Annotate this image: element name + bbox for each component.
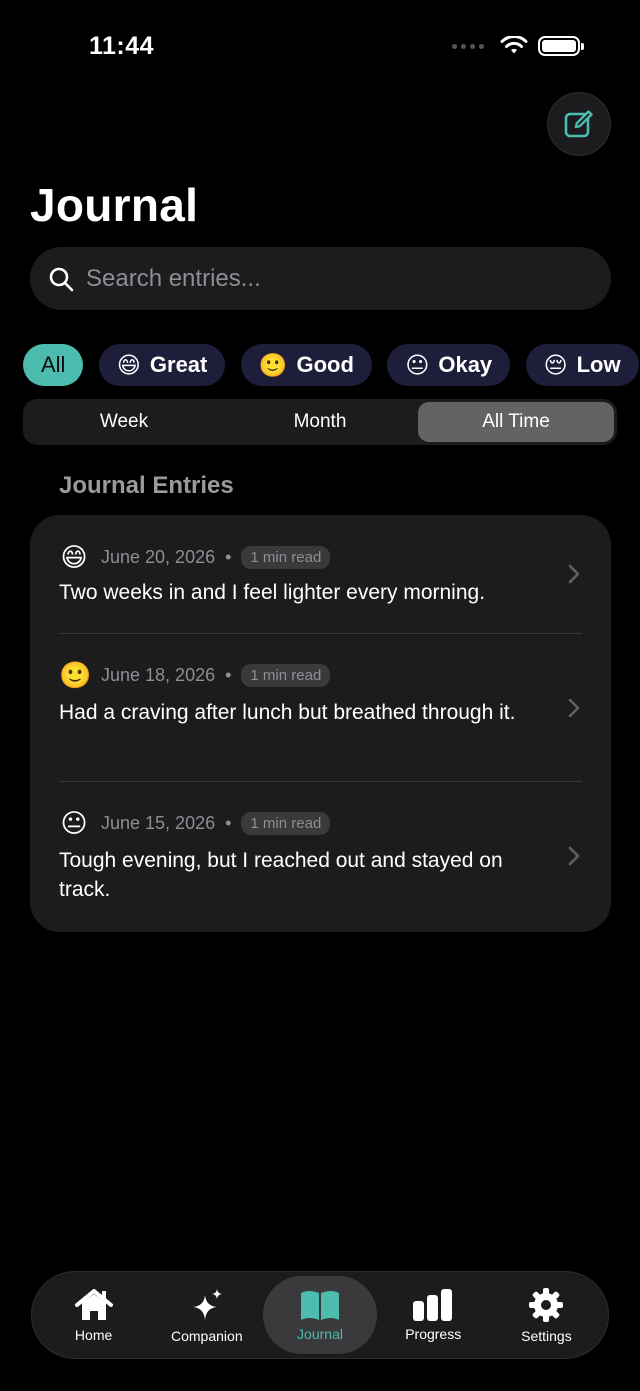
journal-entry[interactable]: 😐 June 15, 2026 • 1 min read Tough eveni…: [30, 782, 611, 932]
smiling-face-icon: 🙂: [258, 351, 288, 378]
grinning-face-icon: 😄: [116, 351, 141, 378]
sparkles-icon: [192, 1288, 222, 1320]
neutral-face-icon: 😐: [405, 351, 430, 378]
tab-companion[interactable]: Companion: [150, 1276, 263, 1354]
journal-entry[interactable]: 🙂 June 18, 2026 • 1 min read Had a cravi…: [30, 634, 611, 781]
read-time-badge: 1 min read: [241, 664, 331, 687]
entry-text: Had a craving after lunch but breathed t…: [59, 701, 516, 724]
journal-entry[interactable]: 😄 June 20, 2026 • 1 min read Two weeks i…: [30, 515, 611, 633]
entry-text: Two weeks in and I feel lighter every mo…: [59, 581, 486, 604]
chip-label: All: [41, 352, 66, 377]
entry-meta: 😐 June 15, 2026 • 1 min read: [59, 808, 331, 839]
tab-bar: Home Companion Journal Progress Settings: [31, 1271, 609, 1359]
grinning-face-icon: 😄: [60, 542, 88, 572]
chevron-right-icon: [568, 564, 580, 584]
chip-label: Good: [296, 352, 354, 377]
bar-chart-icon: [413, 1288, 453, 1321]
book-icon: [301, 1290, 339, 1320]
tab-label: Journal: [297, 1325, 343, 1342]
battery-icon: [538, 36, 584, 56]
mood-filter-great[interactable]: 😄 Great: [98, 344, 226, 386]
status-time: 11:44: [89, 32, 155, 60]
tab-settings[interactable]: Settings: [490, 1276, 603, 1354]
segment-month[interactable]: Month: [222, 402, 418, 442]
tab-journal[interactable]: Journal: [263, 1276, 377, 1354]
separator-dot: •: [225, 547, 232, 567]
entry-date: June 15, 2026: [101, 813, 216, 833]
read-time-badge: 1 min read: [241, 812, 331, 835]
new-entry-button[interactable]: [547, 92, 611, 156]
search-icon: [49, 267, 74, 291]
page-title: Journal: [30, 179, 199, 231]
status-icons: [452, 36, 584, 56]
entry-meta: 🙂 June 18, 2026 • 1 min read: [59, 660, 331, 691]
section-title: Journal Entries: [59, 472, 234, 499]
status-bar: 11:44: [0, 0, 640, 94]
segment-all-time[interactable]: All Time: [418, 402, 614, 442]
read-time-badge: 1 min read: [241, 546, 331, 569]
cellular-signal-icon: [452, 43, 484, 49]
tab-label: Home: [74, 1326, 113, 1343]
entry-date: June 20, 2026: [101, 547, 216, 567]
tab-label: Progress: [405, 1325, 462, 1342]
smiling-face-icon: 🙂: [59, 660, 92, 690]
tab-label: Companion: [171, 1327, 243, 1344]
neutral-face-icon: 😐: [60, 808, 88, 838]
home-icon: [74, 1288, 113, 1320]
chevron-right-icon: [568, 698, 580, 718]
search-input[interactable]: [86, 264, 566, 293]
tab-progress[interactable]: Progress: [377, 1276, 490, 1354]
tab-label: Settings: [521, 1327, 572, 1344]
chevron-right-icon: [568, 846, 580, 866]
pensive-face-icon: 😔: [543, 351, 568, 378]
mood-filter-chips: All 😄 Great 🙂 Good 😐 Okay 😔 Low: [23, 344, 640, 388]
segment-week[interactable]: Week: [26, 402, 222, 442]
mood-filter-okay[interactable]: 😐 Okay: [387, 344, 511, 386]
compose-icon: [564, 110, 593, 138]
search-bar[interactable]: [30, 247, 611, 310]
tab-home[interactable]: Home: [37, 1276, 150, 1354]
mood-filter-low[interactable]: 😔 Low: [525, 344, 639, 386]
separator-dot: •: [225, 665, 232, 685]
wifi-icon: [500, 36, 528, 54]
entry-meta: 😄 June 20, 2026 • 1 min read: [59, 542, 331, 573]
separator-dot: •: [225, 813, 232, 833]
chip-label: Low: [576, 352, 621, 377]
mood-filter-all[interactable]: All: [23, 344, 84, 386]
mood-filter-good[interactable]: 🙂 Good: [240, 344, 372, 386]
time-range-segmented-control: Week Month All Time: [23, 399, 617, 445]
journal-entries-list: 😄 June 20, 2026 • 1 min read Two weeks i…: [30, 515, 611, 932]
chip-label: Okay: [438, 352, 493, 377]
chip-label: Great: [149, 352, 208, 377]
entry-text: Tough evening, but I reached out and sta…: [59, 849, 503, 901]
entry-date: June 18, 2026: [101, 665, 216, 685]
gear-icon: [529, 1287, 564, 1322]
